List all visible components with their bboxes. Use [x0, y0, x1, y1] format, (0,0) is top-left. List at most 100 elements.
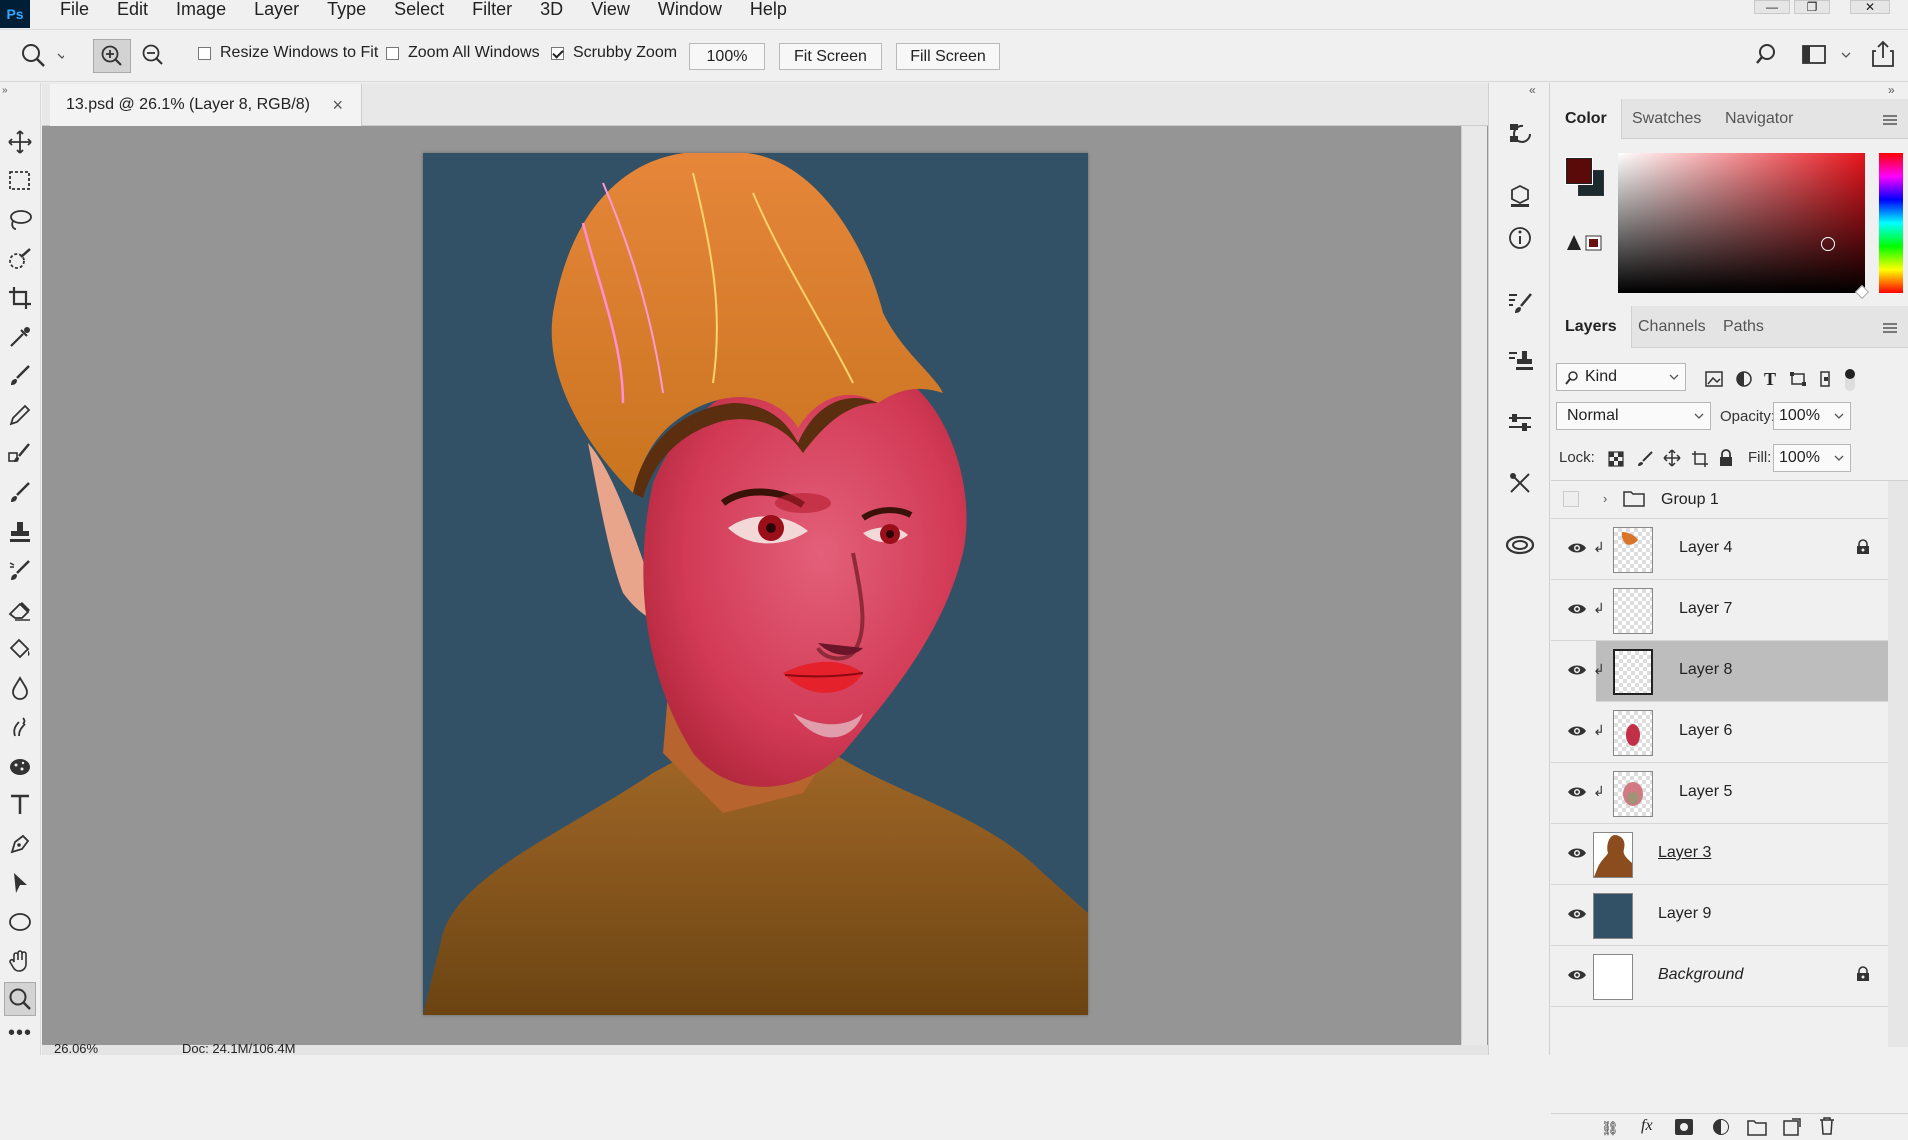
chevron-right-icon[interactable]: › — [1603, 491, 1607, 506]
lock-pixels-icon[interactable] — [1637, 451, 1653, 471]
fill-input[interactable]: 100% — [1773, 444, 1851, 472]
tab-navigator[interactable]: Navigator — [1711, 99, 1807, 139]
layer-row[interactable]: ↲ Layer 6 — [1551, 702, 1888, 763]
hue-slider[interactable] — [1879, 153, 1903, 293]
info-panel-icon[interactable] — [1505, 223, 1535, 253]
close-tab-button[interactable]: × — [332, 84, 343, 126]
eyedropper-tool-icon[interactable] — [4, 320, 36, 354]
tab-layers[interactable]: Layers — [1551, 306, 1632, 348]
filter-toggle[interactable] — [1845, 369, 1855, 391]
crop-tool-icon[interactable] — [4, 281, 36, 315]
eye-icon[interactable] — [1567, 602, 1587, 616]
type-tool-icon[interactable] — [4, 788, 36, 822]
lock-artboard-icon[interactable] — [1691, 450, 1709, 472]
zoom-all-checkbox[interactable]: Zoom All Windows — [386, 44, 540, 62]
tab-swatches[interactable]: Swatches — [1618, 99, 1715, 139]
menu-image[interactable]: Image — [162, 0, 240, 30]
blend-mode-select[interactable]: Normal — [1556, 402, 1711, 430]
scrubby-zoom-checkbox[interactable]: Scrubby Zoom — [551, 44, 677, 62]
fx-icon[interactable]: fx — [1641, 1117, 1653, 1135]
menu-file[interactable]: File — [46, 0, 103, 30]
opacity-input[interactable]: 100% — [1773, 402, 1851, 430]
tab-paths[interactable]: Paths — [1709, 306, 1778, 346]
hand-tool-icon[interactable] — [4, 944, 36, 978]
add-mask-icon[interactable] — [1675, 1119, 1693, 1135]
zoom-100-button[interactable]: 100% — [689, 43, 765, 70]
menu-3d[interactable]: 3D — [526, 0, 577, 30]
delete-layer-icon[interactable] — [1819, 1117, 1835, 1139]
minimize-button[interactable]: — — [1754, 0, 1790, 14]
eraser-tool-icon[interactable] — [4, 593, 36, 627]
filter-type-icon[interactable]: T — [1764, 369, 1776, 390]
zoom-in-button[interactable] — [93, 39, 131, 73]
lock-all-icon[interactable] — [1718, 449, 1734, 471]
fit-screen-button[interactable]: Fit Screen — [779, 43, 882, 70]
smudge-tool-icon[interactable] — [4, 710, 36, 744]
document-tab[interactable]: 13.psd @ 26.1% (Layer 8, RGB/8) × — [50, 84, 362, 126]
collapse-right-panel-icon[interactable]: » — [1888, 83, 1895, 97]
eye-icon[interactable] — [1567, 968, 1587, 982]
menu-type[interactable]: Type — [313, 0, 380, 30]
fill-screen-button[interactable]: Fill Screen — [896, 43, 1000, 70]
new-layer-icon[interactable] — [1783, 1118, 1801, 1140]
path-selection-tool-icon[interactable] — [4, 866, 36, 900]
menu-view[interactable]: View — [577, 0, 644, 30]
layers-scrollbar[interactable] — [1888, 481, 1908, 1047]
close-window-button[interactable]: ✕ — [1850, 0, 1890, 14]
resize-windows-checkbox[interactable]: Resize Windows to Fit — [198, 44, 378, 62]
layer-name[interactable]: Background — [1658, 966, 1743, 984]
layer-row[interactable]: Layer 9 — [1551, 885, 1888, 946]
paint-bucket-tool-icon[interactable] — [4, 632, 36, 666]
adjustments-icon[interactable] — [1505, 407, 1535, 437]
menu-help[interactable]: Help — [736, 0, 801, 30]
eye-icon[interactable] — [1567, 541, 1587, 555]
layer-name[interactable]: Layer 4 — [1679, 539, 1732, 557]
layer-name[interactable]: Layer 9 — [1658, 905, 1711, 923]
share-icon[interactable] — [1870, 40, 1896, 72]
new-group-icon[interactable] — [1747, 1118, 1767, 1140]
status-zoom[interactable]: 26.06% — [54, 1041, 98, 1056]
menu-filter[interactable]: Filter — [458, 0, 526, 30]
foreground-color-front[interactable] — [1566, 158, 1592, 184]
group-row[interactable]: › Group 1 — [1551, 481, 1888, 519]
eye-icon[interactable] — [1567, 724, 1587, 738]
ellipse-tool-icon[interactable] — [4, 905, 36, 939]
menu-layer[interactable]: Layer — [240, 0, 313, 30]
collapse-panels-icon[interactable]: « — [1529, 83, 1536, 97]
canvas-artwork[interactable] — [423, 153, 1088, 1015]
eye-icon[interactable] — [1567, 846, 1587, 860]
clone-stamp-tool-icon[interactable] — [4, 437, 36, 471]
lock-position-icon[interactable] — [1663, 449, 1681, 471]
layer-row[interactable]: Layer 3 — [1551, 824, 1888, 885]
layer-row[interactable]: ↲ Layer 7 — [1551, 580, 1888, 641]
link-layers-icon[interactable]: ⛓ — [1601, 1120, 1619, 1137]
color-picker-field[interactable] — [1618, 153, 1865, 293]
brush-settings-icon[interactable] — [1505, 288, 1535, 318]
layer-name[interactable]: Layer 3 — [1658, 844, 1711, 862]
layer-name[interactable]: Layer 7 — [1679, 600, 1732, 618]
layer-row[interactable]: ↲ Layer 8 — [1551, 641, 1888, 702]
filter-shape-icon[interactable] — [1789, 371, 1807, 391]
more-tools-icon[interactable]: ••• — [4, 1021, 36, 1045]
menu-edit[interactable]: Edit — [103, 0, 162, 30]
move-tool-icon[interactable] — [4, 125, 36, 159]
layer-name[interactable]: Layer 8 — [1679, 661, 1732, 679]
marquee-tool-icon[interactable] — [4, 164, 36, 198]
blur-tool-icon[interactable] — [4, 671, 36, 705]
vertical-scrollbar[interactable] — [1461, 126, 1487, 1045]
menu-window[interactable]: Window — [644, 0, 736, 30]
pencil-tool-icon[interactable] — [4, 398, 36, 432]
pen-tool-icon[interactable] — [4, 827, 36, 861]
brush-tool-icon[interactable] — [4, 359, 36, 393]
filter-pixel-icon[interactable] — [1705, 371, 1723, 391]
history-panel-icon[interactable] — [1505, 118, 1535, 148]
gamut-warning-icon[interactable] — [1566, 234, 1606, 256]
zoom-out-button[interactable] — [135, 39, 171, 73]
lock-transparent-icon[interactable] — [1608, 451, 1624, 471]
eye-icon[interactable] — [1567, 907, 1587, 921]
tab-channels[interactable]: Channels — [1624, 306, 1720, 346]
clone-source-icon[interactable] — [1505, 346, 1535, 376]
layer-filter-kind[interactable]: Kind — [1556, 363, 1686, 391]
tab-color[interactable]: Color — [1551, 99, 1622, 139]
filter-smart-object-icon[interactable] — [1817, 371, 1833, 391]
